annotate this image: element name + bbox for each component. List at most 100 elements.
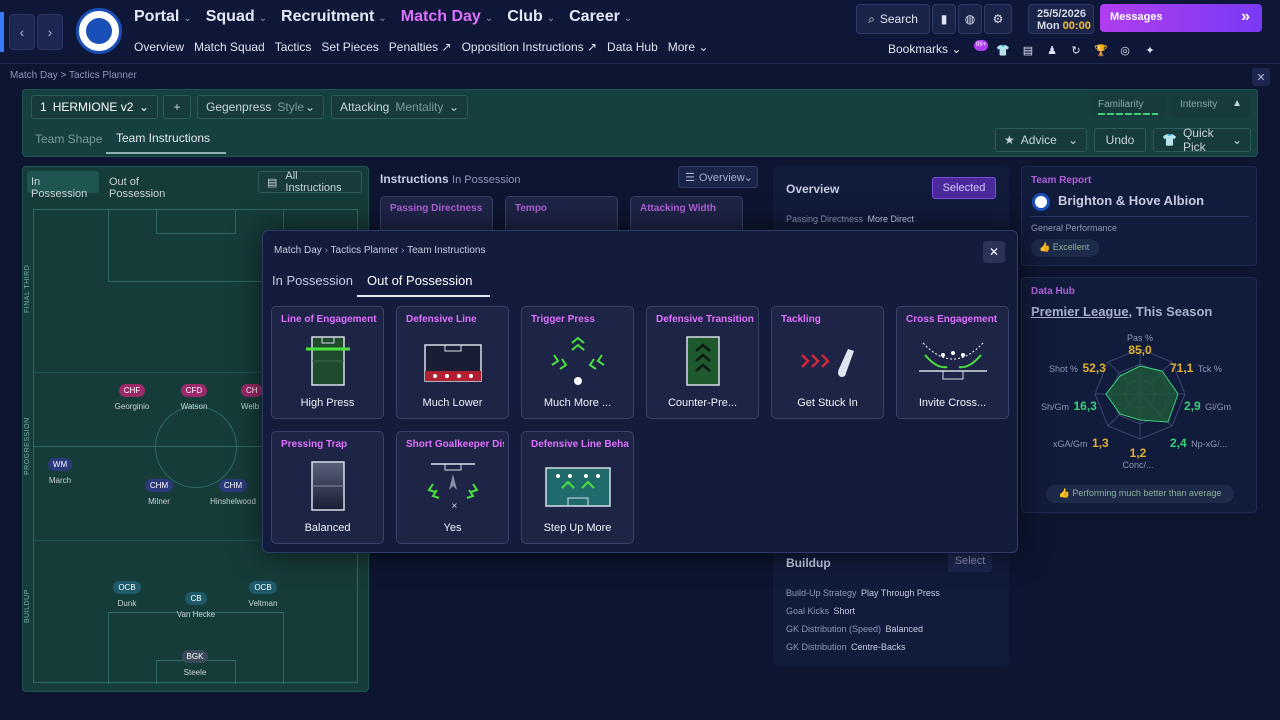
close-icon: ✕ — [988, 245, 1000, 259]
bookmarks-dropdown[interactable]: Bookmarks ⌄ — [888, 42, 961, 56]
search-button[interactable]: ⌕ Search — [856, 4, 930, 34]
familiarity-bar — [1098, 113, 1158, 115]
nav-club[interactable]: Club ⌄ — [507, 8, 555, 26]
buildup-select-button[interactable]: Select — [948, 552, 992, 572]
formation-select[interactable]: 1 HERMIONE v2 ⌄ — [31, 95, 158, 119]
club-crest-small — [1032, 193, 1050, 211]
player-marker[interactable]: CB Van Hecke — [171, 588, 221, 619]
club-crest[interactable] — [76, 8, 122, 54]
data-hub-title[interactable]: Data Hub — [1031, 286, 1075, 297]
nav-career[interactable]: Career ⌄ — [569, 8, 632, 26]
star-icon: ★ — [1004, 133, 1015, 147]
club-crest-inner — [86, 18, 112, 44]
bookmark-button[interactable]: ▮ — [932, 4, 956, 34]
subnav-more[interactable]: More ⌄ — [668, 40, 709, 54]
penalty-box-top — [108, 210, 284, 282]
clipboard-icon: ▤ — [267, 176, 278, 189]
instruction-card-defensive-transition[interactable]: Defensive Transition Counter-Pre... — [646, 306, 759, 419]
report-icon[interactable]: ▤ — [1020, 42, 1036, 58]
training-icon[interactable]: ♟ — [1044, 42, 1060, 58]
date-display[interactable]: 25/5/2026 Mon 00:00 — [1028, 4, 1094, 34]
all-instructions-button[interactable]: ▤ All Instructions — [258, 170, 362, 194]
team-name[interactable]: Brighton & Hove Albion — [1058, 193, 1204, 208]
modal-tab-out-of-possession[interactable]: Out of Possession — [357, 267, 490, 297]
target-icon[interactable]: ◎ — [1117, 42, 1133, 58]
player-marker[interactable]: BGK Steele — [177, 646, 213, 677]
player-marker[interactable]: WM March — [45, 454, 75, 485]
instruction-card-trigger-press[interactable]: Trigger Press Much More ... — [521, 306, 634, 419]
instruction-card-cross-engagement[interactable]: Cross Engagement Invite Cross... — [896, 306, 1009, 419]
team-instructions-modal: Match Day › Tactics Planner › Team Instr… — [262, 230, 1018, 553]
kit-icon[interactable]: 👕 — [995, 42, 1011, 58]
familiarity-meter[interactable]: Familiarity — [1092, 95, 1166, 117]
player-marker[interactable]: CFD Watson — [175, 380, 213, 411]
intensity-meter[interactable]: Intensity ▲ — [1172, 95, 1250, 117]
subnav-penalties[interactable]: Penalties ↗ — [389, 40, 452, 54]
pressing-trap-icon — [311, 461, 345, 511]
globe-button[interactable]: ◍ — [958, 4, 982, 34]
search-icon: ⌕ — [868, 11, 875, 26]
pitch-tab-in-possession[interactable]: In Possession — [27, 171, 99, 200]
player-marker[interactable]: CHM Milner — [139, 475, 179, 506]
chevron-down-icon: ⌄ — [448, 100, 459, 114]
back-button[interactable]: ‹ — [9, 14, 35, 50]
advice-button[interactable]: ★ Advice ⌄ — [995, 128, 1087, 152]
pitch-tab-out-of-possession[interactable]: Out of Possession — [105, 171, 201, 200]
team-report-title[interactable]: Team Report — [1031, 175, 1091, 186]
instruction-card-line-of-engagement[interactable]: Line of Engagement High Press — [271, 306, 384, 419]
player-marker[interactable]: CHM Hinshelwood — [203, 475, 263, 506]
thumbs-up-icon: 👍 — [1039, 242, 1051, 252]
instructions-view-select[interactable]: ☰ Overview ⌄ — [678, 166, 758, 188]
side-accent — [0, 12, 4, 52]
modal-close-button[interactable]: ✕ — [983, 241, 1005, 263]
refresh-icon[interactable]: ↻ — [1068, 42, 1084, 58]
subnav-match-squad[interactable]: Match Squad — [194, 40, 265, 54]
modal-tab-in-possession[interactable]: In Possession — [272, 273, 353, 288]
player-marker[interactable]: OCB Veltman — [243, 577, 283, 608]
player-marker[interactable]: OCB Dunk — [109, 577, 145, 608]
selected-toggle[interactable]: Selected — [932, 177, 996, 199]
subnav-data-hub[interactable]: Data Hub — [607, 40, 658, 54]
performance-summary-badge: 👍 Performing much better than average — [1046, 485, 1234, 503]
plus-icon: + — [173, 100, 181, 114]
instruction-card-tackling[interactable]: Tackling Get Stuck In — [771, 306, 884, 419]
tab-team-instructions[interactable]: Team Instructions — [106, 124, 226, 154]
stat-conc: 1,2 Conc/... — [1122, 446, 1154, 470]
quick-pick-button[interactable]: 👕 Quick Pick ⌄ — [1153, 126, 1251, 154]
stat-tck: 71,1 Tck % — [1170, 361, 1222, 375]
scout-icon[interactable]: ✦ — [1142, 42, 1158, 58]
subnav-opposition-instructions[interactable]: Opposition Instructions ↗ — [462, 40, 597, 54]
trophy-icon[interactable]: 🏆 — [1093, 42, 1109, 58]
forward-button[interactable]: › — [37, 14, 63, 50]
messages-button[interactable]: Messages» — [1100, 4, 1262, 32]
globe-icon: ◍ — [964, 12, 976, 26]
warning-icon: ▲ — [1232, 98, 1242, 109]
team-report-panel: Team Report Brighton & Hove Albion Gener… — [1021, 166, 1257, 266]
style-select[interactable]: Gegenpress Style ⌄ — [197, 95, 324, 119]
nav-match-day[interactable]: Match Day ⌄ — [401, 8, 493, 26]
undo-button[interactable]: Undo — [1094, 128, 1146, 152]
nav-recruitment[interactable]: Recruitment ⌄ — [281, 8, 387, 26]
settings-button[interactable]: ⚙ — [984, 4, 1012, 34]
instruction-card-short-goalkeeper-distribution[interactable]: Short Goalkeeper Distr × Yes — [396, 431, 509, 544]
player-marker[interactable]: CHF Georginio — [113, 380, 151, 411]
subnav-tactics[interactable]: Tactics — [275, 40, 312, 54]
add-tactic-button[interactable]: + — [163, 95, 191, 119]
instruction-card-pressing-trap[interactable]: Pressing Trap Balanced — [271, 431, 384, 544]
chevron-down-icon: ⌄ — [378, 13, 387, 24]
nav-squad[interactable]: Squad ⌄ — [206, 8, 267, 26]
zone-label-buildup: BUILDUP — [24, 589, 31, 623]
close-button[interactable]: ✕ — [1252, 68, 1270, 86]
overview-title: Overview — [786, 182, 840, 196]
subnav-set-pieces[interactable]: Set Pieces — [321, 40, 378, 54]
instruction-card-defensive-line-behaviour[interactable]: Defensive Line Behavic Step Up More — [521, 431, 634, 544]
tab-team-shape[interactable]: Team Shape — [35, 132, 102, 146]
mentality-select[interactable]: Attacking Mentality ⌄ — [331, 95, 468, 119]
defensive-transition-icon — [686, 336, 720, 386]
nav-portal[interactable]: Portal ⌄ — [134, 8, 192, 26]
buildup-row: GK Distribution (Speed) Balanced — [786, 624, 924, 634]
instruction-card-defensive-line[interactable]: Defensive Line Much Lower — [396, 306, 509, 419]
subnav-overview[interactable]: Overview — [134, 40, 184, 54]
modal-breadcrumb: Match Day › Tactics Planner › Team Instr… — [274, 245, 486, 256]
data-hub-context[interactable]: Premier League, This Season — [1031, 304, 1212, 319]
